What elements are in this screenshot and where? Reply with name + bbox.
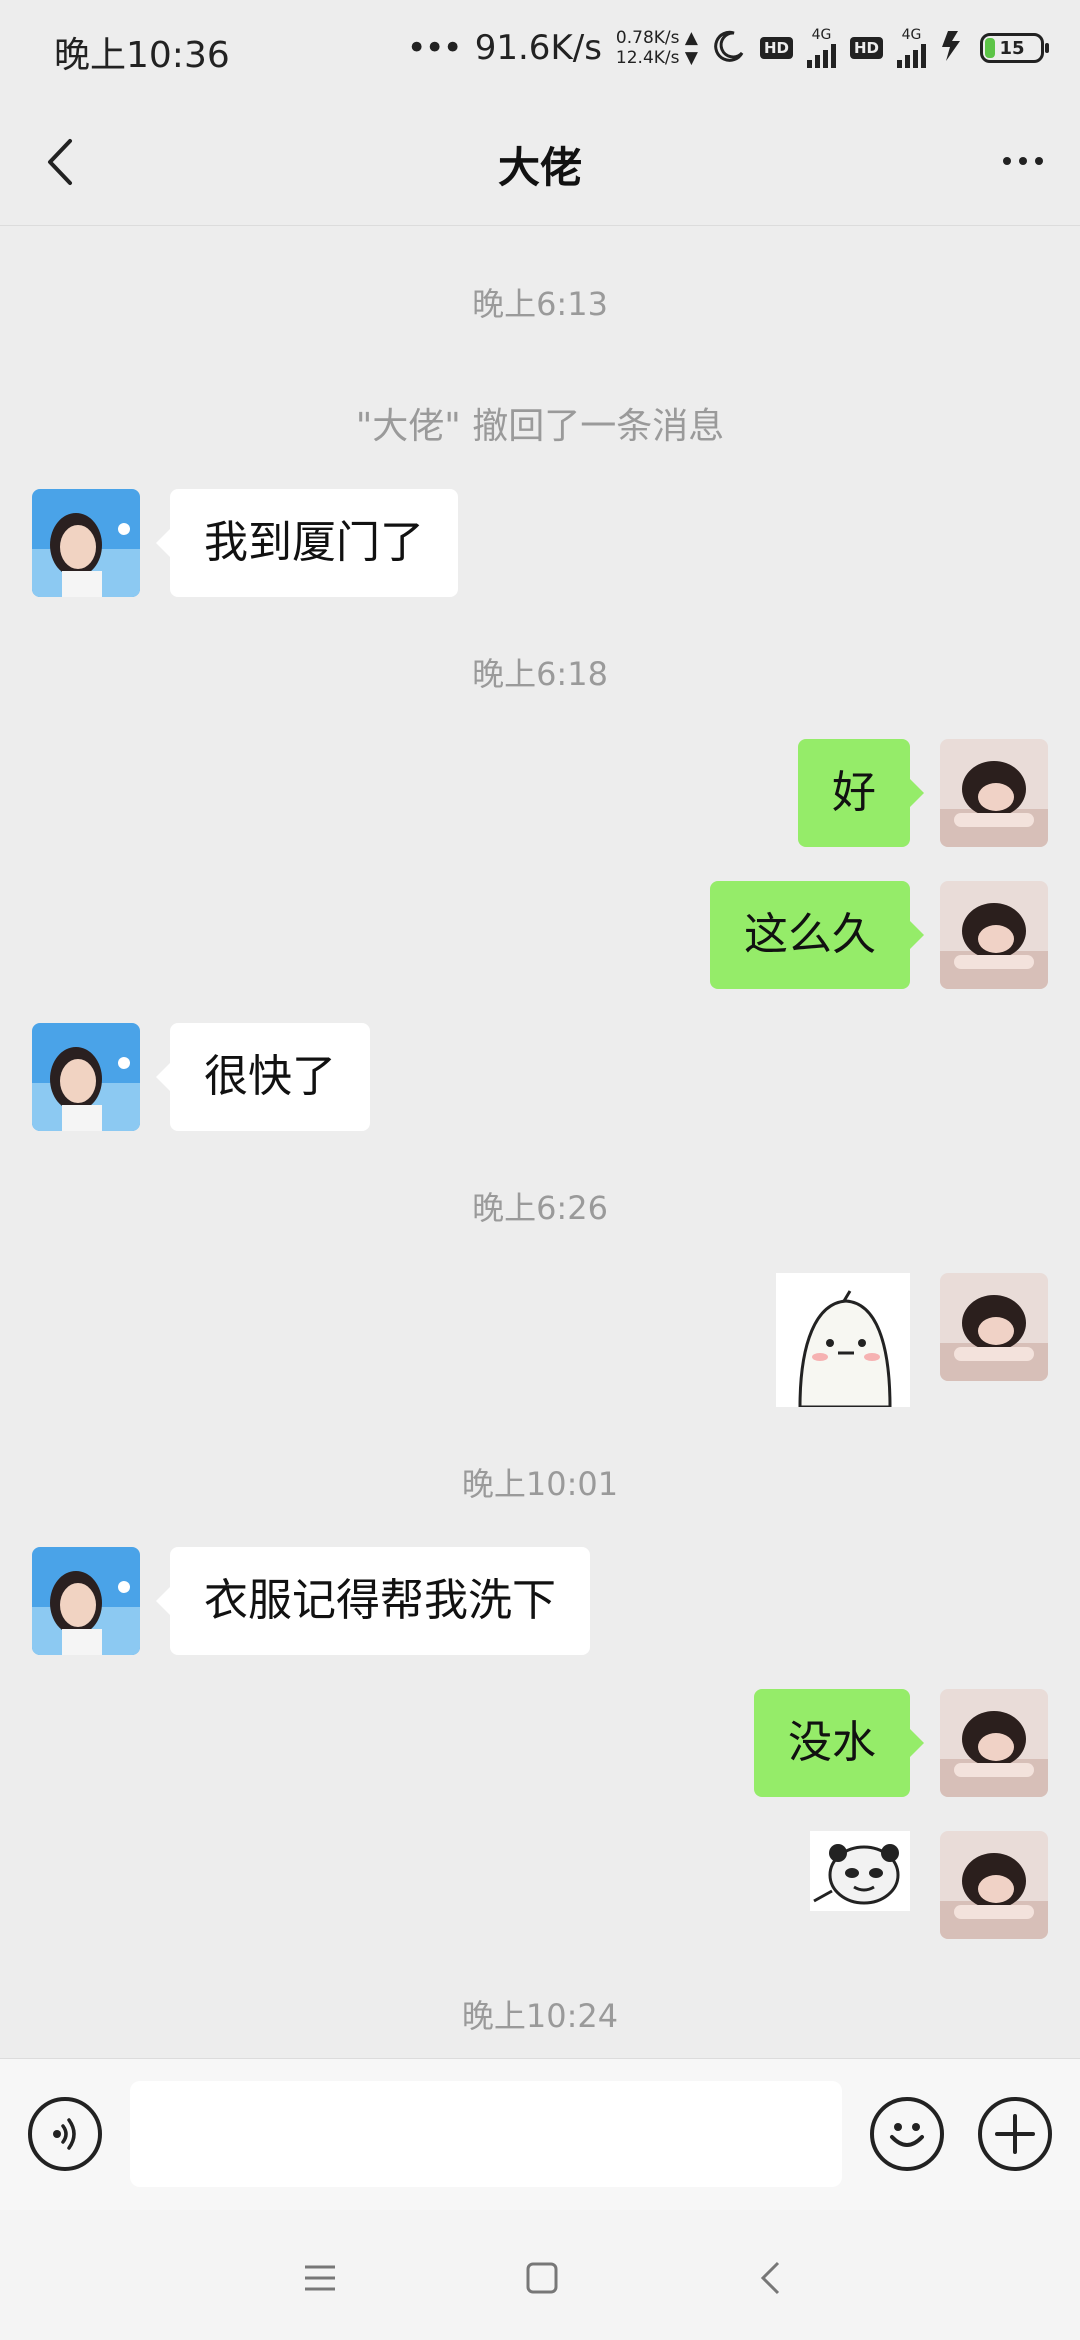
chat-title: 大佬 bbox=[497, 143, 582, 192]
message-bubble-incoming[interactable]: 我到厦门了 bbox=[156, 489, 458, 597]
my-avatar[interactable] bbox=[940, 1689, 1048, 1797]
net-speed: 91.6K/s bbox=[474, 28, 602, 68]
timestamp: 晚上6:18 bbox=[472, 655, 608, 693]
hd-badge-2: HD bbox=[849, 37, 883, 59]
message-bubble-incoming[interactable]: 很快了 bbox=[156, 1023, 370, 1131]
voice-icon bbox=[53, 2118, 76, 2150]
voice-button[interactable] bbox=[28, 2097, 102, 2171]
timestamp: 晚上10:24 bbox=[461, 1997, 619, 2035]
smiley-icon bbox=[890, 2123, 924, 2147]
contact-avatar[interactable] bbox=[32, 1023, 140, 1131]
more-button[interactable] bbox=[988, 136, 1058, 186]
panda-meme-sticker[interactable] bbox=[810, 1831, 910, 1911]
notification-dots: ••• bbox=[406, 28, 463, 68]
more-actions-button[interactable] bbox=[978, 2097, 1052, 2171]
my-avatar[interactable] bbox=[940, 739, 1048, 847]
ghost-sticker[interactable] bbox=[776, 1273, 910, 1407]
nav-home-button[interactable] bbox=[512, 2250, 572, 2306]
nav-recents-button[interactable] bbox=[290, 2250, 350, 2306]
timestamp: 晚上6:26 bbox=[472, 1189, 608, 1227]
message-bubble-incoming[interactable]: 衣服记得帮我洗下 bbox=[156, 1547, 590, 1655]
my-avatar[interactable] bbox=[940, 1831, 1048, 1939]
download-speed: 12.4K/s ▼ bbox=[615, 48, 698, 68]
chat-header: 大佬 bbox=[0, 96, 1080, 226]
message-bubble-outgoing[interactable]: 好 bbox=[798, 739, 924, 847]
my-avatar[interactable] bbox=[940, 881, 1048, 989]
nav-back-button[interactable] bbox=[740, 2250, 800, 2306]
timestamp: 晚上6:13 bbox=[472, 285, 608, 323]
more-dot-icon bbox=[1003, 157, 1011, 165]
message-bubble-outgoing[interactable]: 这么久 bbox=[710, 881, 924, 989]
more-dot-icon bbox=[1035, 157, 1043, 165]
message-input[interactable] bbox=[130, 2081, 842, 2187]
charging-icon bbox=[940, 29, 966, 67]
chevron-left-icon bbox=[760, 2261, 780, 2295]
status-icons: ••• 91.6K/s 0.78K/s ▲ 12.4K/s ▼ HD 4G HD… bbox=[406, 20, 1049, 76]
contact-avatar[interactable] bbox=[32, 489, 140, 597]
signal-icon-2: 4G bbox=[897, 28, 926, 68]
system-nav-bar bbox=[0, 2210, 1080, 2340]
contact-avatar[interactable] bbox=[32, 1547, 140, 1655]
message-bubble-outgoing[interactable]: 没水 bbox=[754, 1689, 924, 1797]
hd-badge: HD bbox=[759, 37, 793, 59]
square-icon bbox=[526, 2262, 558, 2294]
message-list[interactable]: 晚上6:13 "大佬" 撤回了一条消息 我到厦门了 晚上6:18 好 这么久 很… bbox=[0, 227, 1080, 2057]
more-dot-icon bbox=[1019, 157, 1027, 165]
input-bar bbox=[0, 2058, 1080, 2210]
timestamp: 晚上10:01 bbox=[461, 1465, 619, 1503]
plus-icon bbox=[995, 2114, 1035, 2154]
menu-icon bbox=[305, 2265, 335, 2291]
battery-level: 15 bbox=[999, 37, 1025, 59]
battery-icon: 15 bbox=[980, 33, 1049, 63]
status-time: 晚上10:36 bbox=[54, 35, 230, 76]
recall-notice: "大佬" 撤回了一条消息 bbox=[355, 406, 725, 447]
moon-icon bbox=[712, 29, 746, 67]
signal-icon: 4G bbox=[806, 27, 836, 68]
my-avatar[interactable] bbox=[940, 1273, 1048, 1381]
status-bar: 晚上10:36 ••• 91.6K/s 0.78K/s ▲ 12.4K/s ▼ … bbox=[0, 0, 1080, 96]
net-speed-detail: 0.78K/s ▲ 12.4K/s ▼ bbox=[616, 28, 698, 68]
upload-speed: 0.78K/s ▲ bbox=[615, 28, 698, 48]
network-type: 4G bbox=[811, 27, 832, 43]
emoji-button[interactable] bbox=[870, 2097, 944, 2171]
network-type-2: 4G bbox=[901, 27, 922, 43]
